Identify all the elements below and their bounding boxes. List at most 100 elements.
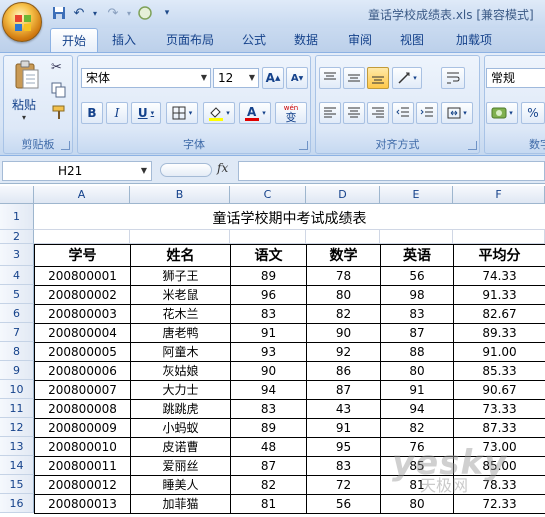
save-icon[interactable] — [50, 4, 68, 22]
row-header-3[interactable]: 3 — [0, 244, 34, 266]
grid-cell[interactable] — [453, 230, 545, 244]
table-cell[interactable]: 皮诺曹 — [130, 437, 231, 457]
table-cell[interactable]: 花木兰 — [130, 304, 231, 324]
align-center-button[interactable] — [343, 102, 365, 124]
table-cell[interactable]: 88 — [380, 342, 454, 362]
table-cell[interactable]: 200800012 — [34, 475, 131, 495]
table-cell[interactable]: 87.33 — [453, 418, 545, 438]
select-all-corner[interactable] — [0, 186, 34, 204]
format-painter-icon[interactable] — [51, 104, 69, 120]
percent-button[interactable]: % — [521, 102, 545, 124]
table-cell[interactable]: 83 — [306, 456, 381, 476]
table-cell[interactable]: 72 — [306, 475, 381, 495]
align-left-button[interactable] — [319, 102, 341, 124]
insert-function-button[interactable]: fx — [217, 161, 228, 175]
table-cell[interactable]: 73.33 — [453, 399, 545, 419]
tab-review[interactable]: 审阅 — [340, 28, 380, 52]
borders-button[interactable]: ▾ — [166, 102, 198, 124]
table-cell[interactable]: 唐老鸭 — [130, 323, 231, 343]
table-cell[interactable]: 80 — [306, 285, 381, 305]
table-cell[interactable]: 82 — [306, 304, 381, 324]
cut-icon[interactable]: ✂ — [51, 60, 69, 76]
row-header-6[interactable]: 6 — [0, 304, 34, 323]
table-cell[interactable]: 48 — [230, 437, 307, 457]
column-header-b[interactable]: B — [130, 186, 230, 204]
sheet-title[interactable]: 童话学校期中考试成绩表 — [34, 204, 545, 230]
table-cell[interactable]: 91 — [380, 380, 454, 400]
table-cell[interactable]: 82 — [380, 418, 454, 438]
table-cell[interactable]: 89 — [230, 266, 307, 286]
number-format-select[interactable]: 常规 — [486, 68, 545, 88]
orientation-button[interactable]: ▾ — [392, 67, 422, 89]
table-cell[interactable]: 87 — [306, 380, 381, 400]
row-header-11[interactable]: 11 — [0, 399, 34, 418]
table-cell[interactable]: 小蚂蚁 — [130, 418, 231, 438]
column-header-c[interactable]: C — [230, 186, 306, 204]
decrease-indent-button[interactable] — [392, 102, 414, 124]
table-cell[interactable]: 74.33 — [453, 266, 545, 286]
table-cell[interactable]: 98 — [380, 285, 454, 305]
table-cell[interactable]: 加菲猫 — [130, 494, 231, 514]
grid-cell[interactable] — [306, 230, 380, 244]
table-header-cell[interactable]: 学号 — [34, 244, 131, 267]
table-cell[interactable]: 85.33 — [453, 361, 545, 381]
tab-formulas[interactable]: 公式 — [234, 28, 274, 52]
grid-cell[interactable] — [34, 230, 130, 244]
table-cell[interactable]: 43 — [306, 399, 381, 419]
grow-font-button[interactable]: A ▲ — [262, 67, 284, 89]
table-cell[interactable]: 200800013 — [34, 494, 131, 514]
table-cell[interactable]: 94 — [230, 380, 307, 400]
tab-insert[interactable]: 插入 — [104, 28, 144, 52]
table-cell[interactable]: 87 — [230, 456, 307, 476]
table-cell[interactable]: 200800005 — [34, 342, 131, 362]
row-header-14[interactable]: 14 — [0, 456, 34, 475]
table-cell[interactable]: 90.67 — [453, 380, 545, 400]
copy-icon[interactable] — [51, 82, 69, 98]
table-cell[interactable]: 200800010 — [34, 437, 131, 457]
table-cell[interactable]: 82.67 — [453, 304, 545, 324]
table-cell[interactable]: 200800001 — [34, 266, 131, 286]
font-name-select[interactable]: 宋体 ▼ — [81, 68, 211, 88]
table-header-cell[interactable]: 平均分 — [453, 244, 545, 267]
currency-button[interactable]: ▾ — [486, 102, 518, 124]
table-cell[interactable]: 跳跳虎 — [130, 399, 231, 419]
table-cell[interactable]: 灰姑娘 — [130, 361, 231, 381]
table-cell[interactable]: 200800002 — [34, 285, 131, 305]
table-cell[interactable]: 56 — [306, 494, 381, 514]
table-cell[interactable]: 米老鼠 — [130, 285, 231, 305]
font-color-button[interactable]: A ▾ — [239, 102, 271, 124]
row-header-10[interactable]: 10 — [0, 380, 34, 399]
table-cell[interactable]: 200800008 — [34, 399, 131, 419]
table-cell[interactable]: 81 — [230, 494, 307, 514]
row-header-8[interactable]: 8 — [0, 342, 34, 361]
tab-home[interactable]: 开始 — [50, 28, 98, 52]
formula-expander-handle[interactable] — [160, 163, 212, 177]
row-header-4[interactable]: 4 — [0, 266, 34, 285]
row-header-1[interactable]: 1 — [0, 204, 34, 230]
table-cell[interactable]: 91 — [306, 418, 381, 438]
shrink-font-button[interactable]: A ▼ — [286, 67, 308, 89]
office-button[interactable] — [2, 2, 42, 42]
table-cell[interactable]: 83 — [230, 399, 307, 419]
row-header-13[interactable]: 13 — [0, 437, 34, 456]
name-box[interactable]: H21 ▼ — [2, 161, 152, 181]
undo-dropdown-icon[interactable]: ▾ — [86, 4, 104, 22]
tab-data[interactable]: 数据 — [286, 28, 326, 52]
table-header-cell[interactable]: 英语 — [380, 244, 454, 267]
tab-view[interactable]: 视图 — [392, 28, 432, 52]
table-cell[interactable]: 89.33 — [453, 323, 545, 343]
wrap-text-button[interactable] — [441, 67, 465, 89]
phonetic-button[interactable]: wén 变 — [275, 102, 307, 124]
row-header-7[interactable]: 7 — [0, 323, 34, 342]
row-header-15[interactable]: 15 — [0, 475, 34, 494]
align-top-button[interactable] — [319, 67, 341, 89]
table-cell[interactable]: 72.33 — [453, 494, 545, 514]
table-cell[interactable]: 爱丽丝 — [130, 456, 231, 476]
table-cell[interactable]: 200800011 — [34, 456, 131, 476]
grid-cell[interactable] — [230, 230, 306, 244]
align-right-button[interactable] — [367, 102, 389, 124]
table-header-cell[interactable]: 数学 — [306, 244, 381, 267]
table-cell[interactable]: 90 — [230, 361, 307, 381]
row-header-2[interactable]: 2 — [0, 230, 34, 244]
table-cell[interactable]: 狮子王 — [130, 266, 231, 286]
